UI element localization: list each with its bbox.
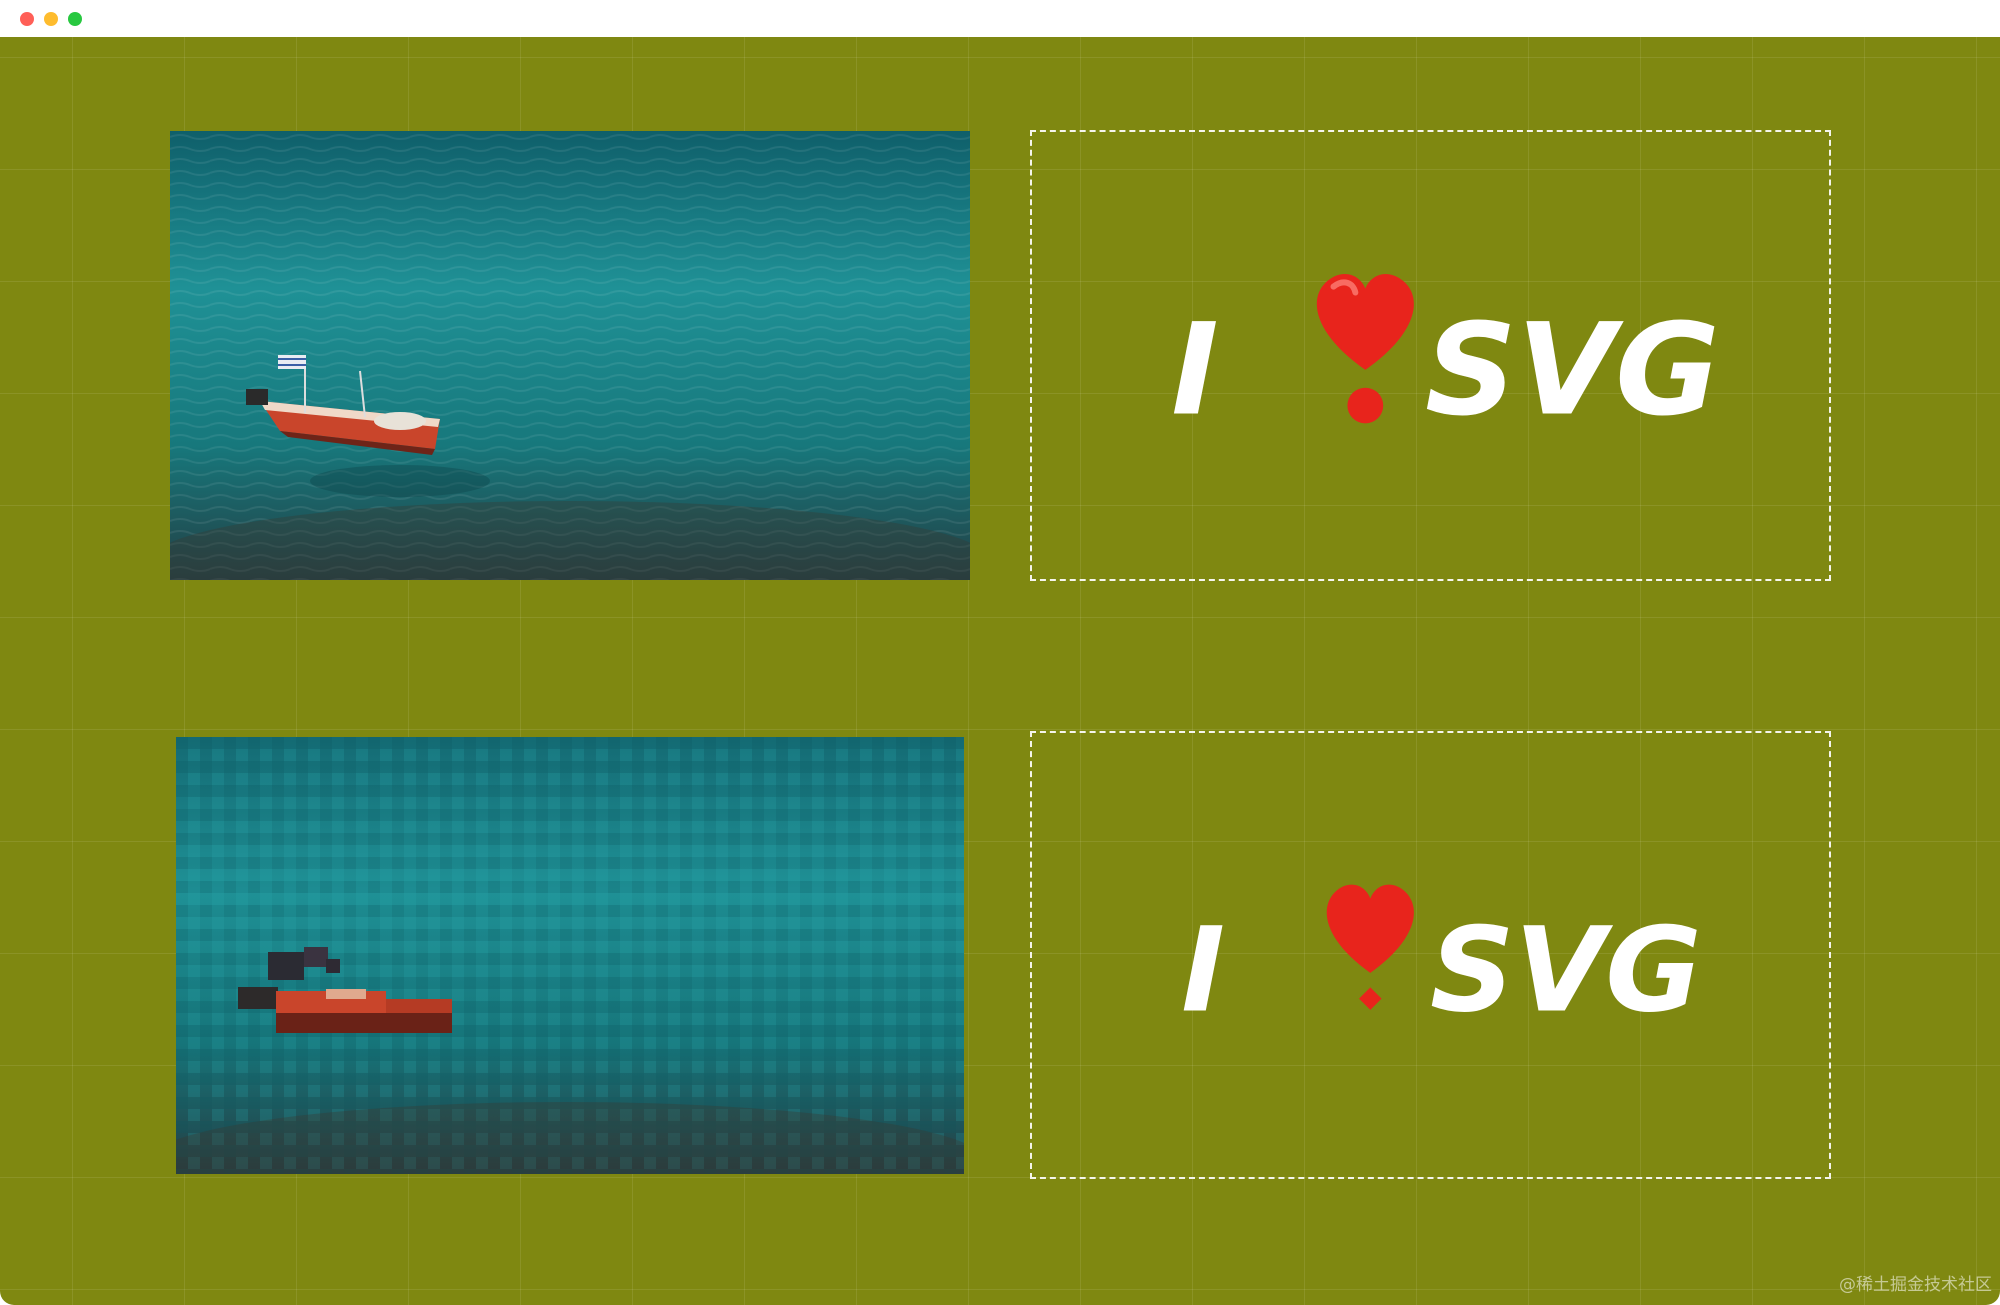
heart-exclamation-icon — [1316, 274, 1414, 424]
title-bar — [0, 0, 2000, 37]
minimize-window-button[interactable] — [44, 12, 58, 26]
love-svg-graphic-filtered: I SVG — [1181, 884, 1702, 1039]
text-svg: SVG — [1430, 902, 1702, 1039]
pixelated-photo-image — [176, 737, 964, 1174]
svg-text-frame-filtered: I SVG — [1030, 731, 1831, 1179]
browser-window: I SVG I SVG @稀土掘金技术社区 — [0, 0, 2000, 1305]
close-window-button[interactable] — [20, 12, 34, 26]
maximize-window-button[interactable] — [68, 12, 82, 26]
boat-photo-original — [170, 131, 970, 580]
demo-canvas: I SVG I SVG @稀土掘金技术社区 — [0, 37, 2000, 1305]
watermark: @稀土掘金技术社区 — [1839, 1275, 1992, 1295]
svg-text-frame-original: I SVG — [1030, 130, 1831, 581]
text-svg: SVG — [1425, 296, 1720, 444]
heart-exclamation-icon — [1326, 884, 1414, 1010]
text-i: I — [1181, 902, 1225, 1039]
boat-photo-pixelated — [176, 737, 964, 1174]
love-svg-graphic: I SVG — [1171, 274, 1720, 444]
boat-photo-image — [170, 131, 970, 580]
text-i: I — [1171, 296, 1218, 444]
